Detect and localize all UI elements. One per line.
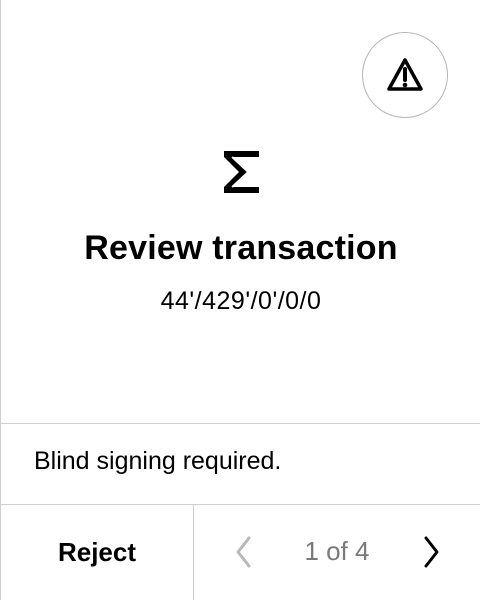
derivation-path: 44'/429'/0'/0/0 (160, 287, 322, 315)
next-page-button[interactable] (413, 528, 449, 576)
reject-button-label: Reject (57, 537, 137, 567)
footer-divider (193, 505, 194, 600)
warning-triangle-icon (387, 58, 423, 91)
transaction-review-screen: Review transaction 44'/429'/0'/0/0 Blind… (0, 0, 480, 600)
reject-button[interactable]: Reject (1, 505, 193, 600)
sigma-icon (224, 151, 259, 193)
previous-page-button[interactable] (226, 528, 262, 576)
page-indicator: 1 of 4 (304, 536, 370, 566)
chevron-left-icon (236, 536, 251, 568)
warning-button[interactable] (362, 32, 448, 118)
chevron-right-icon (424, 536, 439, 568)
top-divider (1, 423, 480, 424)
page-title: Review transaction (84, 229, 398, 267)
blind-signing-notice: Blind signing required. (34, 447, 282, 475)
